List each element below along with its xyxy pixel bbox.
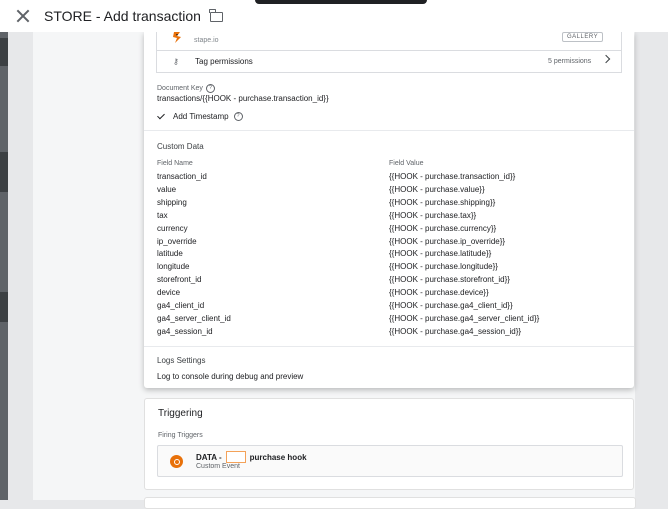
- field-name: ip_override: [157, 236, 197, 246]
- field-value: {{HOOK - purchase.device}}: [389, 288, 489, 298]
- add-timestamp-label: Add Timestamp: [173, 112, 229, 121]
- gallery-button[interactable]: GALLERY: [562, 32, 604, 42]
- help-icon[interactable]: ?: [233, 112, 243, 121]
- chevron-right-icon: [601, 54, 611, 64]
- next-card: [144, 497, 636, 509]
- trigger-name-prefix: DATA -: [196, 452, 222, 462]
- field-name: ga4_server_client_id: [157, 313, 231, 323]
- table-row: ga4_server_client_id {{HOOK - purchase.ga…: [144, 314, 634, 327]
- divider: [144, 130, 634, 131]
- tag-permissions-row[interactable]: ⚷ Tag permissions 5 permissions: [156, 50, 622, 73]
- field-value-header: Field Value: [389, 160, 424, 167]
- top-overlay: [255, 0, 427, 4]
- field-name: tax: [157, 210, 168, 220]
- add-timestamp-option[interactable]: Add Timestamp ?: [157, 111, 243, 121]
- field-value: {{HOOK - purchase.ga4_server_client_id}}: [389, 313, 540, 323]
- table-row: transaction_id {{HOOK - purchase.transact…: [144, 172, 634, 185]
- field-name-header: Field Name: [157, 160, 193, 167]
- field-name: longitude: [157, 262, 190, 272]
- table-row: storefront_id {{HOOK - purchase.storefron…: [144, 275, 634, 288]
- template-row: stape.io GALLERY: [156, 32, 622, 50]
- table-row: ga4_session_id {{HOOK - purchase.ga4_sess…: [144, 327, 634, 340]
- folder-icon[interactable]: [209, 9, 223, 22]
- trigger-type: Custom Event: [196, 463, 240, 470]
- trigger-name-suffix: purchase hook: [249, 452, 307, 462]
- field-value: {{HOOK - purchase.currency}}: [389, 223, 497, 233]
- field-name: storefront_id: [157, 275, 202, 285]
- field-name: currency: [157, 223, 188, 233]
- triggering-card[interactable]: Triggering Firing Triggers DATA - purcha…: [144, 398, 634, 490]
- table-row: device {{HOOK - purchase.device}}: [144, 288, 634, 301]
- background-sidebar: [0, 32, 8, 500]
- table-row: ga4_client_id {{HOOK - purchase.ga4_clien…: [144, 301, 634, 314]
- logs-settings-title: Logs Settings: [157, 356, 206, 365]
- field-value: {{HOOK - purchase.transaction_id}}: [389, 172, 516, 181]
- field-value: {{HOOK - purchase.value}}: [389, 184, 485, 194]
- table-row: latitude {{HOOK - purchase.latitude}}: [144, 249, 634, 262]
- field-value: {{HOOK - purchase.tax}}: [389, 210, 477, 220]
- logs-setting-value: Log to console during debug and preview: [157, 372, 304, 381]
- triggering-title: Triggering: [158, 408, 203, 419]
- check-icon: [157, 111, 165, 120]
- tag-configuration-card: stape.io GALLERY ⚷ Tag permissions 5 per…: [144, 32, 634, 388]
- page-title: STORE - Add transaction: [44, 8, 201, 24]
- field-value: {{HOOK - purchase.ga4_client_id}}: [389, 301, 513, 310]
- field-value: {{HOOK - purchase.longitude}}: [389, 262, 498, 272]
- field-value: {{HOOK - purchase.latitude}}: [389, 249, 492, 259]
- field-value: {{HOOK - purchase.storefront_id}}: [389, 275, 510, 285]
- title-bar: STORE - Add transaction: [0, 0, 668, 32]
- redacted-box: [225, 451, 246, 463]
- custom-event-icon: [170, 455, 183, 468]
- divider: [144, 346, 634, 347]
- help-icon[interactable]: ?: [205, 84, 215, 93]
- trigger-name: DATA - purchase hook: [196, 451, 307, 463]
- document-key-label-row: Document Key ?: [157, 84, 215, 93]
- key-icon: ⚷: [173, 57, 179, 66]
- table-row: value {{HOOK - purchase.value}}: [144, 185, 634, 198]
- table-row: longitude {{HOOK - purchase.longitude}}: [144, 262, 634, 275]
- close-icon[interactable]: [16, 9, 30, 23]
- tag-permissions-label: Tag permissions: [195, 57, 253, 66]
- field-name: ga4_session_id: [157, 326, 213, 336]
- document-key-label: Document Key: [157, 85, 203, 92]
- table-row: ip_override {{HOOK - purchase.ip_override…: [144, 237, 634, 250]
- permissions-count: 5 permissions: [548, 58, 592, 65]
- field-value: {{HOOK - purchase.shipping}}: [389, 197, 496, 207]
- document-key-value: transactions/{{HOOK - purchase.transacti…: [157, 94, 329, 103]
- trigger-item[interactable]: DATA - purchase hook Custom Event: [157, 445, 623, 477]
- field-name: device: [157, 288, 181, 298]
- template-source: stape.io: [194, 37, 219, 44]
- table-row: shipping {{HOOK - purchase.shipping}}: [144, 198, 634, 211]
- field-name: ga4_client_id: [157, 301, 205, 310]
- stape-logo-icon: [173, 32, 181, 43]
- field-name: transaction_id: [157, 172, 207, 181]
- field-value: {{HOOK - purchase.ga4_session_id}}: [389, 326, 522, 336]
- field-value: {{HOOK - purchase.ip_override}}: [389, 236, 506, 246]
- custom-data-title: Custom Data: [157, 142, 204, 151]
- table-row: currency {{HOOK - purchase.currency}}: [144, 224, 634, 237]
- field-name: latitude: [157, 249, 183, 259]
- field-name: shipping: [157, 197, 187, 207]
- field-name: value: [157, 184, 177, 194]
- firing-triggers-label: Firing Triggers: [158, 432, 203, 439]
- table-row: tax {{HOOK - purchase.tax}}: [144, 211, 634, 224]
